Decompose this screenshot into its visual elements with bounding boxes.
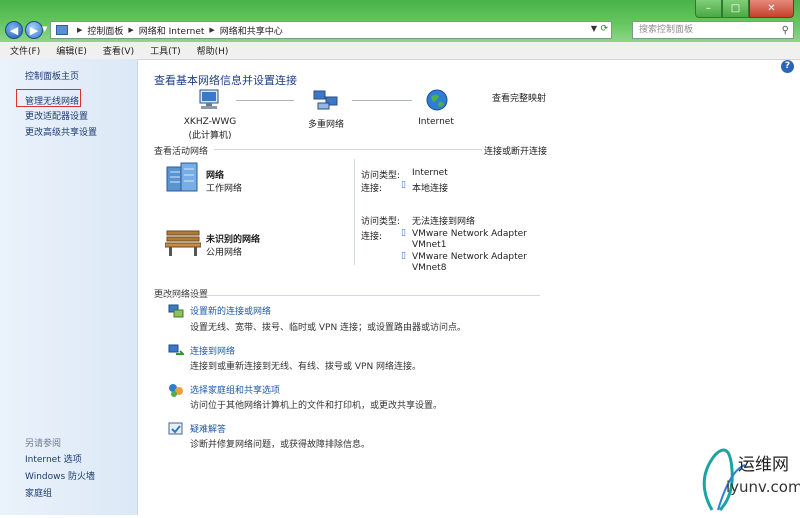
breadcrumb-network-internet[interactable]: 网络和 Internet — [139, 24, 205, 37]
menu-edit[interactable]: 编辑(E) — [46, 44, 93, 57]
adapter-icon: ▯ — [401, 180, 406, 190]
menu-help[interactable]: 帮助(H) — [187, 44, 235, 57]
task-new-connection-desc: 设置无线、宽带、拨号、临时或 VPN 连接；或设置路由器或访问点。 — [190, 323, 467, 333]
task-homegroup-link[interactable]: 选择家庭组和共享选项 — [190, 383, 280, 396]
computer-icon — [199, 89, 219, 109]
active-networks-title: 查看活动网络 — [154, 147, 209, 157]
network-1-name: 网络 — [206, 171, 225, 181]
network-2-conn-link-2[interactable]: VMware Network Adapter — [412, 252, 527, 262]
page-title: 查看基本网络信息并设置连接 — [154, 74, 297, 87]
multiple-networks-icon — [313, 90, 338, 110]
breadcrumb-separator-icon[interactable]: ▶ — [128, 26, 133, 34]
control-panel-icon — [56, 25, 68, 35]
task-homegroup-desc: 访问位于其他网络计算机上的文件和打印机，或更改共享设置。 — [190, 401, 443, 411]
sidebar-item-adapter-settings[interactable]: 更改适配器设置 — [25, 109, 88, 122]
sidebar-item-manage-wireless[interactable]: 管理无线网络 — [25, 94, 79, 107]
new-connection-icon — [168, 304, 184, 318]
see-also-internet-options[interactable]: Internet 选项 — [25, 452, 82, 465]
window-controls: – □ ✕ — [695, 0, 794, 18]
computer-sub: (此计算机) — [188, 131, 232, 141]
watermark-url: iyunv.com — [726, 478, 800, 496]
breadcrumb-network-sharing-center[interactable]: 网络和共享中心 — [220, 24, 283, 37]
troubleshoot-icon — [168, 422, 183, 435]
breadcrumb-control-panel[interactable]: 控制面板 — [87, 24, 123, 37]
connect-disconnect-link[interactable]: 连接或断开连接 — [484, 144, 547, 157]
network-2-name: 未识别的网络 — [206, 235, 261, 245]
network-2-type: 公用网络 — [206, 248, 243, 258]
network-2-conn-link-2b[interactable]: VMnet8 — [412, 263, 446, 273]
change-settings-title: 更改网络设置 — [154, 290, 209, 300]
see-also-title: 另请参阅 — [25, 439, 62, 449]
map-connector — [352, 100, 412, 101]
maximize-button[interactable]: □ — [722, 0, 749, 18]
task-troubleshoot-desc: 诊断并修复网络问题，或获得故障排除信息。 — [190, 440, 371, 450]
network-1-type-link[interactable]: 工作网络 — [206, 181, 242, 194]
connect-network-icon — [168, 344, 184, 355]
refresh-icon[interactable]: ⟳ — [600, 24, 608, 34]
address-dropdown-icon[interactable]: ▼ — [591, 24, 597, 33]
park-bench-icon — [165, 230, 201, 256]
vertical-divider — [354, 211, 355, 265]
back-button[interactable]: ◀ — [5, 21, 23, 39]
network-2-access-label: 访问类型: — [361, 217, 401, 227]
sidebar: 控制面板主页 管理无线网络 更改适配器设置 更改高级共享设置 另请参阅 Inte… — [0, 59, 138, 515]
menu-view[interactable]: 查看(V) — [93, 44, 140, 57]
breadcrumb-separator-icon[interactable]: ▶ — [77, 26, 82, 34]
search-icon[interactable]: ⚲ — [782, 23, 789, 39]
divider — [154, 295, 540, 296]
watermark: 运维网 iyunv.com — [690, 440, 800, 515]
menu-bar: 文件(F) 编辑(E) 查看(V) 工具(T) 帮助(H) — [0, 42, 800, 60]
network-2-conn-label: 连接: — [361, 232, 383, 242]
adapter-icon: ▯ — [401, 251, 406, 261]
network-2-access-value: 无法连接到网络 — [412, 217, 476, 227]
see-also-homegroup[interactable]: 家庭组 — [25, 486, 52, 499]
task-new-connection-link[interactable]: 设置新的连接或网络 — [190, 304, 271, 317]
computer-name: XKHZ-WWG — [183, 117, 237, 127]
address-bar[interactable]: ▶ 控制面板 ▶ 网络和 Internet ▶ 网络和共享中心 ▼ ⟳ — [50, 21, 612, 39]
history-dropdown-icon[interactable]: ▼ — [42, 25, 47, 33]
network-2-conn-link-1b[interactable]: VMnet1 — [412, 240, 446, 250]
adapter-icon: ▯ — [401, 228, 406, 238]
network-buildings-icon — [166, 162, 198, 192]
task-troubleshoot-link[interactable]: 疑难解答 — [190, 422, 226, 435]
search-placeholder: 搜索控制面板 — [639, 25, 694, 35]
vertical-divider — [354, 159, 355, 211]
sidebar-item-advanced-sharing[interactable]: 更改高级共享设置 — [25, 125, 97, 138]
task-connect-desc: 连接到或重新连接到无线、有线、拨号或 VPN 网络连接。 — [190, 362, 422, 372]
map-connector — [236, 100, 294, 101]
menu-file[interactable]: 文件(F) — [0, 44, 46, 57]
network-1-access-label: 访问类型: — [361, 171, 401, 181]
network-1-conn-link[interactable]: 本地连接 — [412, 181, 448, 194]
network-1-access-value: Internet — [412, 168, 448, 178]
sidebar-home-link[interactable]: 控制面板主页 — [25, 69, 79, 82]
see-also-windows-firewall[interactable]: Windows 防火墙 — [25, 469, 95, 482]
close-button[interactable]: ✕ — [749, 0, 794, 18]
homegroup-icon — [169, 384, 183, 397]
internet-label: Internet — [418, 117, 454, 127]
title-bar: – □ ✕ ◀ ▶ ▼ ▶ 控制面板 ▶ 网络和 Internet ▶ 网络和共… — [0, 0, 800, 42]
menu-tools[interactable]: 工具(T) — [140, 44, 187, 57]
network-2-conn-link-1[interactable]: VMware Network Adapter — [412, 229, 527, 239]
task-connect-link[interactable]: 连接到网络 — [190, 344, 235, 357]
view-full-map-link[interactable]: 查看完整映射 — [492, 91, 546, 104]
minimize-button[interactable]: – — [695, 0, 722, 18]
search-input[interactable]: 搜索控制面板 ⚲ — [632, 21, 794, 39]
multiple-networks-label: 多重网络 — [307, 120, 344, 130]
watermark-name: 运维网 — [738, 455, 789, 475]
forward-button[interactable]: ▶ — [25, 21, 43, 39]
breadcrumb-separator-icon[interactable]: ▶ — [209, 26, 214, 34]
network-1-conn-label: 连接: — [361, 184, 383, 194]
internet-globe-icon — [426, 89, 448, 111]
divider — [214, 149, 482, 150]
